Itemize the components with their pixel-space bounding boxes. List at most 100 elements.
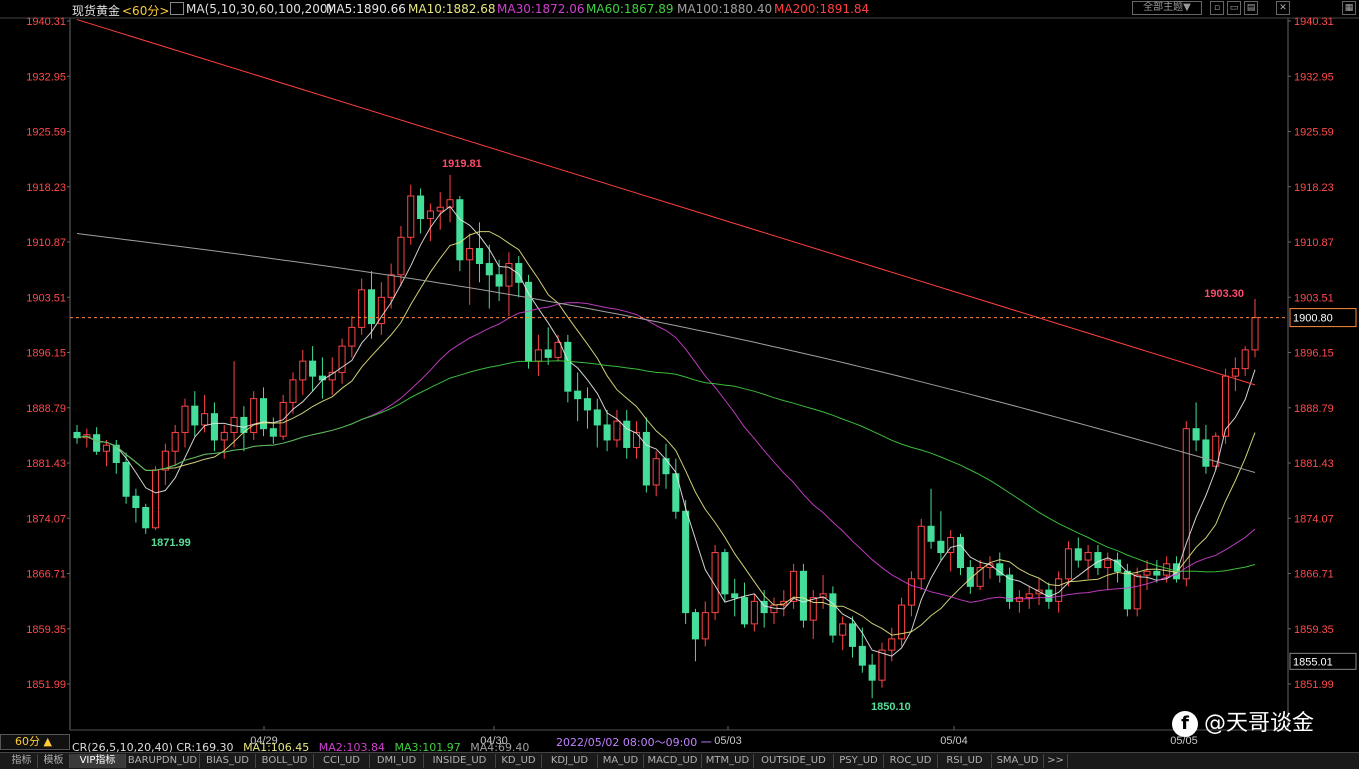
tab-6[interactable]: CCI_UD	[314, 754, 370, 768]
candle-body-up	[407, 195, 415, 238]
candle-body-down	[93, 434, 101, 452]
candle-body-up	[633, 431, 641, 448]
candle-body-up	[1084, 552, 1092, 561]
candle-body-down	[642, 431, 650, 486]
y-tick-label-right: 1874.07	[1294, 513, 1334, 525]
candle-body-up	[1064, 548, 1073, 580]
y-tick-label-right: 1881.43	[1294, 458, 1334, 470]
y-tick-label-left: 1903.51	[26, 292, 66, 304]
tab-19[interactable]: >>	[1044, 754, 1068, 768]
candle-body-up	[878, 649, 886, 681]
y-tick-label-left: 1896.15	[26, 348, 66, 360]
tab-11[interactable]: MA_UD	[598, 754, 644, 768]
tab-10[interactable]: KDJ_UD	[542, 754, 598, 768]
tab-0[interactable]: 指标	[6, 754, 38, 768]
y-tick-label-left: 1910.87	[26, 237, 66, 249]
candle-body-down	[1074, 548, 1082, 561]
y-tick-label-left: 1859.35	[26, 624, 66, 636]
candle-body-down	[731, 593, 739, 599]
candle-body-down	[1192, 428, 1200, 441]
x-tick-label: 05/03	[714, 735, 742, 747]
candle-body-up	[554, 341, 562, 358]
candle-body-down	[417, 195, 425, 220]
candle-body-up	[701, 612, 709, 640]
candle-body-down	[495, 274, 503, 287]
candle-body-up	[907, 578, 915, 606]
candle-body-up	[770, 604, 778, 614]
tab-1[interactable]: 模板	[38, 754, 70, 768]
watermark-text: @天哥谈金	[1204, 711, 1315, 736]
tab-15[interactable]: PSY_UD	[834, 754, 884, 768]
candle-body-down	[1202, 439, 1210, 467]
candle-body-up	[250, 398, 258, 433]
y-tick-label-left: 1881.43	[26, 458, 66, 470]
candle-body-up	[151, 469, 160, 529]
tab-12[interactable]: MACD_UD	[644, 754, 702, 768]
candle-body-down	[132, 495, 140, 509]
watermark: f @天哥谈金	[1172, 705, 1314, 737]
candle-body-down	[956, 537, 965, 569]
candle-body-up	[102, 444, 110, 452]
candle-body-up	[1251, 317, 1259, 351]
candle-body-up	[1143, 570, 1151, 576]
candle-body-up	[436, 206, 444, 212]
candle-body-down	[564, 341, 572, 392]
tab-14[interactable]: OUTSIDE_UD	[754, 754, 834, 768]
y-tick-label-right: 1859.35	[1294, 624, 1334, 636]
candle-body-down	[456, 199, 464, 261]
tab-9[interactable]: KD_UD	[496, 754, 542, 768]
candle-body-up	[426, 210, 434, 220]
candle-body-up	[1241, 349, 1249, 370]
candle-body-up	[1025, 593, 1033, 599]
candle-body-up	[299, 360, 307, 381]
tab-8[interactable]: INSIDE_UD	[424, 754, 496, 768]
candle-body-up	[613, 420, 621, 441]
candle-body-down	[603, 424, 611, 441]
tab-16[interactable]: ROC_UD	[884, 754, 938, 768]
y-tick-label-left: 1940.31	[26, 16, 66, 28]
candle-body-up	[750, 600, 758, 625]
candle-body-up	[917, 525, 925, 580]
y-tick-label-right: 1925.59	[1294, 127, 1334, 139]
tab-13[interactable]: MTM_UD	[702, 754, 754, 768]
tab-2[interactable]: VIP指标	[70, 754, 126, 768]
candle-body-down	[191, 405, 199, 426]
candle-body-up	[1182, 428, 1190, 580]
candle-body-up	[1104, 559, 1112, 569]
candle-body-up	[1133, 574, 1141, 610]
candle-body-down	[593, 409, 601, 426]
tab-5[interactable]: BOLL_UD	[256, 754, 314, 768]
candle-body-down	[799, 570, 807, 621]
y-tick-label-right: 1910.87	[1294, 237, 1334, 249]
y-tick-label-right: 1888.79	[1294, 403, 1334, 415]
candle-body-down	[1094, 552, 1102, 569]
candle-body-down	[721, 552, 729, 595]
candle-body-down	[740, 597, 749, 625]
candle-body-down	[937, 540, 945, 554]
candle-body-down	[1123, 570, 1131, 610]
candle-body-up	[466, 248, 474, 261]
y-tick-label-left: 1932.95	[26, 71, 66, 83]
tab-7[interactable]: DMI_UD	[370, 754, 424, 768]
y-tick-label-right: 1851.99	[1294, 679, 1334, 691]
y-tick-label-right: 1918.23	[1294, 182, 1334, 194]
candle-body-down	[1153, 570, 1161, 576]
candle-body-down	[269, 428, 277, 437]
price-annotation: 1919.81	[442, 158, 482, 170]
indicator-tabs: 指标 模板 VIP指标 BARUPDN_UD BIAS_UD BOLL_UD CCI_UD D…	[0, 752, 1359, 769]
tab-17[interactable]: RSI_UD	[938, 754, 992, 768]
y-tick-label-left: 1918.23	[26, 182, 66, 194]
price-annotation: 1871.99	[151, 537, 191, 549]
tab-3[interactable]: BARUPDN_UD	[126, 754, 200, 768]
candle-body-up	[888, 638, 896, 651]
candle-body-up	[181, 405, 189, 433]
tab-18[interactable]: SMA_UD	[992, 754, 1044, 768]
tab-4[interactable]: BIAS_UD	[200, 754, 256, 768]
candle-body-down	[858, 645, 866, 666]
period-selector[interactable]: 60分 ▲	[0, 734, 70, 750]
candle-body-up	[652, 458, 660, 486]
candle-body-up	[839, 623, 847, 636]
candle-body-up	[348, 326, 356, 347]
price-chart[interactable]: 1940.31 1940.31 1932.95 1932.95 1925.59 1925.…	[0, 0, 1359, 768]
y-tick-label-right: 1896.15	[1294, 348, 1334, 360]
